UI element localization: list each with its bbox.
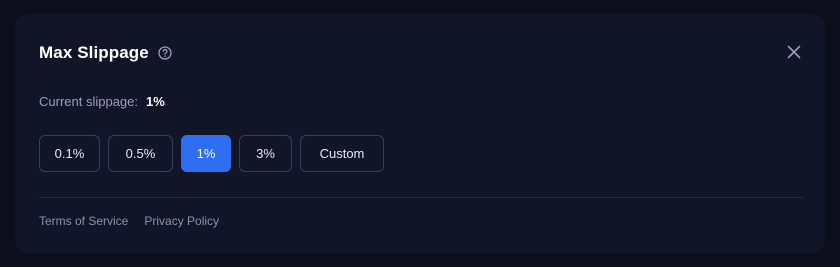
dialog-header: Max Slippage xyxy=(39,42,172,64)
slippage-option-1[interactable]: 1% xyxy=(181,135,231,172)
slippage-option-0-1[interactable]: 0.1% xyxy=(39,135,100,172)
dialog-footer: Terms of Service Privacy Policy xyxy=(39,214,219,228)
current-slippage-value: 1% xyxy=(146,94,165,109)
privacy-policy-link[interactable]: Privacy Policy xyxy=(144,214,219,228)
current-slippage: Current slippage: 1% xyxy=(39,94,165,109)
backdrop: Max Slippage Current slippage: 1% 0.1% 0… xyxy=(0,0,840,267)
slippage-options: 0.1% 0.5% 1% 3% Custom xyxy=(39,135,384,172)
close-icon xyxy=(787,45,801,59)
slippage-option-0-5[interactable]: 0.5% xyxy=(108,135,173,172)
slippage-option-custom[interactable]: Custom xyxy=(300,135,384,172)
question-circle-icon[interactable] xyxy=(158,46,172,60)
slippage-option-3[interactable]: 3% xyxy=(239,135,292,172)
current-slippage-label: Current slippage: xyxy=(39,94,138,109)
close-button[interactable] xyxy=(785,43,803,61)
terms-of-service-link[interactable]: Terms of Service xyxy=(39,214,128,228)
divider xyxy=(39,197,803,198)
slippage-dialog: Max Slippage Current slippage: 1% 0.1% 0… xyxy=(15,14,825,253)
dialog-title: Max Slippage xyxy=(39,43,149,62)
